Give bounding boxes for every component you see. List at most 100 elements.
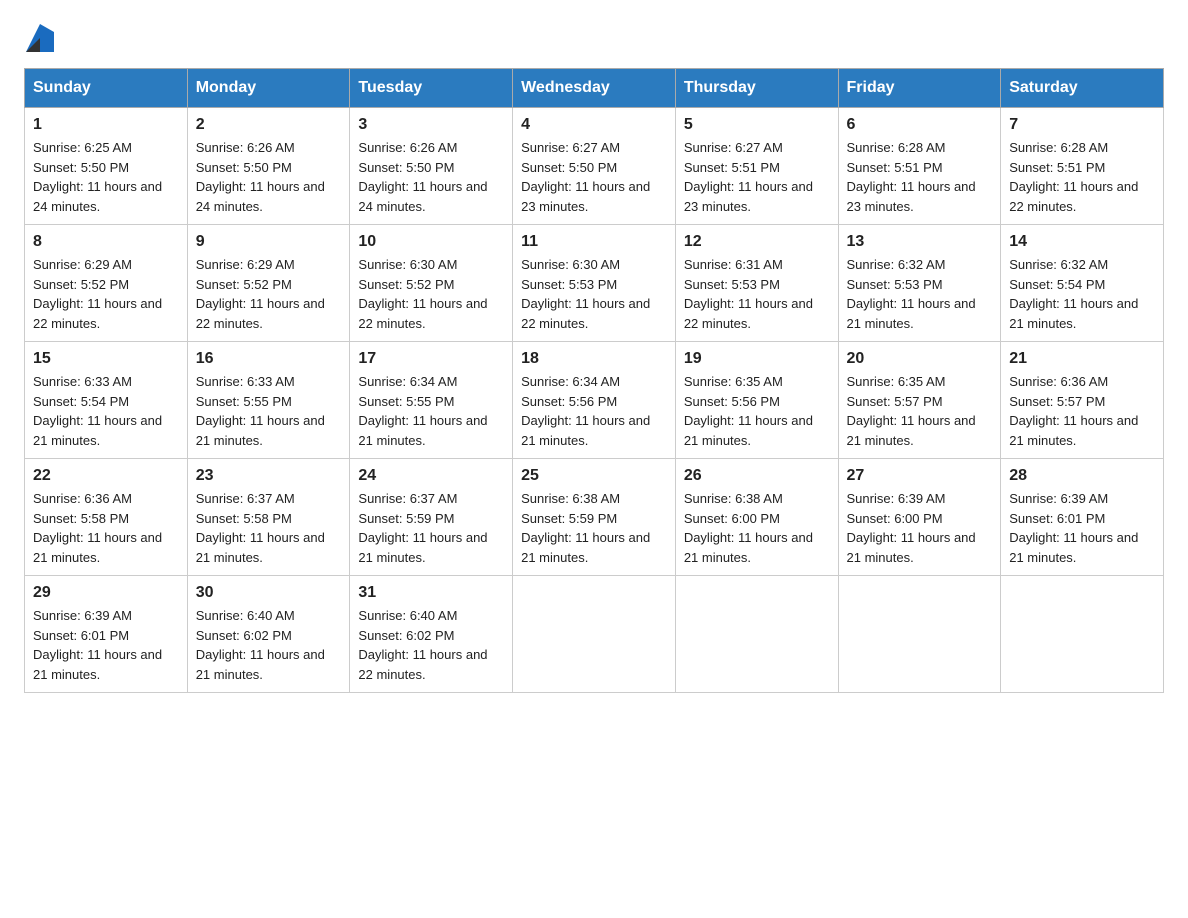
day-number: 11 (521, 233, 667, 251)
day-number: 21 (1009, 350, 1155, 368)
day-info: Sunrise: 6:31 AMSunset: 5:53 PMDaylight:… (684, 255, 830, 333)
calendar-cell: 30Sunrise: 6:40 AMSunset: 6:02 PMDayligh… (187, 576, 350, 693)
header-sunday: Sunday (25, 69, 188, 108)
calendar-cell: 4 Sunrise: 6:27 AMSunset: 5:50 PMDaylight… (513, 108, 676, 225)
day-number: 30 (196, 584, 342, 602)
day-info: Sunrise: 6:27 AMSunset: 5:50 PMDaylight:… (521, 138, 667, 216)
calendar-cell: 24Sunrise: 6:37 AMSunset: 5:59 PMDayligh… (350, 459, 513, 576)
day-info: Sunrise: 6:37 AMSunset: 5:59 PMDaylight:… (358, 489, 504, 567)
day-info: Sunrise: 6:36 AMSunset: 5:57 PMDaylight:… (1009, 372, 1155, 450)
day-number: 14 (1009, 233, 1155, 251)
day-info: Sunrise: 6:40 AMSunset: 6:02 PMDaylight:… (358, 606, 504, 684)
calendar-cell: 16Sunrise: 6:33 AMSunset: 5:55 PMDayligh… (187, 342, 350, 459)
day-info: Sunrise: 6:37 AMSunset: 5:58 PMDaylight:… (196, 489, 342, 567)
calendar-cell: 18Sunrise: 6:34 AMSunset: 5:56 PMDayligh… (513, 342, 676, 459)
calendar-table: Sunday Monday Tuesday Wednesday Thursday… (24, 68, 1164, 693)
day-info: Sunrise: 6:28 AMSunset: 5:51 PMDaylight:… (847, 138, 993, 216)
day-number: 22 (33, 467, 179, 485)
header-monday: Monday (187, 69, 350, 108)
calendar-cell: 19Sunrise: 6:35 AMSunset: 5:56 PMDayligh… (675, 342, 838, 459)
calendar-cell: 14 Sunrise: 6:32 AMSunset: 5:54 PMDayligh… (1001, 225, 1164, 342)
day-number: 23 (196, 467, 342, 485)
day-info: Sunrise: 6:29 AMSunset: 5:52 PMDaylight:… (33, 255, 179, 333)
day-number: 10 (358, 233, 504, 251)
logo-icon (26, 24, 54, 52)
day-number: 28 (1009, 467, 1155, 485)
calendar-week-row: 8Sunrise: 6:29 AMSunset: 5:52 PMDaylight… (25, 225, 1164, 342)
day-info: Sunrise: 6:38 AMSunset: 6:00 PMDaylight:… (684, 489, 830, 567)
calendar-cell: 31 Sunrise: 6:40 AMSunset: 6:02 PMDayligh… (350, 576, 513, 693)
day-info: Sunrise: 6:33 AMSunset: 5:55 PMDaylight:… (196, 372, 342, 450)
day-number: 31 (358, 584, 504, 602)
day-info: Sunrise: 6:25 AMSunset: 5:50 PMDaylight:… (33, 138, 179, 216)
day-info: Sunrise: 6:38 AMSunset: 5:59 PMDaylight:… (521, 489, 667, 567)
header-thursday: Thursday (675, 69, 838, 108)
calendar-cell: 9 Sunrise: 6:29 AMSunset: 5:52 PMDaylight… (187, 225, 350, 342)
day-number: 1 (33, 116, 179, 134)
calendar-cell: 17 Sunrise: 6:34 AMSunset: 5:55 PMDayligh… (350, 342, 513, 459)
day-info: Sunrise: 6:33 AMSunset: 5:54 PMDaylight:… (33, 372, 179, 450)
calendar-cell: 2 Sunrise: 6:26 AMSunset: 5:50 PMDaylight… (187, 108, 350, 225)
calendar-cell: 12 Sunrise: 6:31 AMSunset: 5:53 PMDayligh… (675, 225, 838, 342)
day-info: Sunrise: 6:32 AMSunset: 5:53 PMDaylight:… (847, 255, 993, 333)
calendar-cell: 3 Sunrise: 6:26 AMSunset: 5:50 PMDaylight… (350, 108, 513, 225)
calendar-cell: 21 Sunrise: 6:36 AMSunset: 5:57 PMDayligh… (1001, 342, 1164, 459)
header-saturday: Saturday (1001, 69, 1164, 108)
day-number: 7 (1009, 116, 1155, 134)
calendar-cell: 1 Sunrise: 6:25 AMSunset: 5:50 PMDaylight… (25, 108, 188, 225)
calendar-cell: 8Sunrise: 6:29 AMSunset: 5:52 PMDaylight… (25, 225, 188, 342)
header-friday: Friday (838, 69, 1001, 108)
weekday-header-row: Sunday Monday Tuesday Wednesday Thursday… (25, 69, 1164, 108)
calendar-cell: 23 Sunrise: 6:37 AMSunset: 5:58 PMDayligh… (187, 459, 350, 576)
day-info: Sunrise: 6:39 AMSunset: 6:01 PMDaylight:… (1009, 489, 1155, 567)
calendar-cell (513, 576, 676, 693)
day-number: 4 (521, 116, 667, 134)
day-number: 17 (358, 350, 504, 368)
calendar-cell: 5 Sunrise: 6:27 AMSunset: 5:51 PMDaylight… (675, 108, 838, 225)
calendar-cell: 27 Sunrise: 6:39 AMSunset: 6:00 PMDayligh… (838, 459, 1001, 576)
calendar-cell: 7 Sunrise: 6:28 AMSunset: 5:51 PMDaylight… (1001, 108, 1164, 225)
calendar-cell: 10 Sunrise: 6:30 AMSunset: 5:52 PMDayligh… (350, 225, 513, 342)
day-info: Sunrise: 6:29 AMSunset: 5:52 PMDaylight:… (196, 255, 342, 333)
day-number: 20 (847, 350, 993, 368)
calendar-cell: 6Sunrise: 6:28 AMSunset: 5:51 PMDaylight… (838, 108, 1001, 225)
day-info: Sunrise: 6:39 AMSunset: 6:01 PMDaylight:… (33, 606, 179, 684)
calendar-week-row: 15 Sunrise: 6:33 AMSunset: 5:54 PMDayligh… (25, 342, 1164, 459)
day-number: 13 (847, 233, 993, 251)
calendar-cell: 26 Sunrise: 6:38 AMSunset: 6:00 PMDayligh… (675, 459, 838, 576)
day-info: Sunrise: 6:34 AMSunset: 5:55 PMDaylight:… (358, 372, 504, 450)
day-number: 5 (684, 116, 830, 134)
day-info: Sunrise: 6:26 AMSunset: 5:50 PMDaylight:… (358, 138, 504, 216)
day-number: 3 (358, 116, 504, 134)
calendar-cell: 28 Sunrise: 6:39 AMSunset: 6:01 PMDayligh… (1001, 459, 1164, 576)
header-wednesday: Wednesday (513, 69, 676, 108)
header-tuesday: Tuesday (350, 69, 513, 108)
day-number: 26 (684, 467, 830, 485)
day-number: 29 (33, 584, 179, 602)
calendar-week-row: 29 Sunrise: 6:39 AMSunset: 6:01 PMDayligh… (25, 576, 1164, 693)
day-number: 2 (196, 116, 342, 134)
day-number: 15 (33, 350, 179, 368)
page-header (24, 24, 1164, 48)
day-info: Sunrise: 6:28 AMSunset: 5:51 PMDaylight:… (1009, 138, 1155, 216)
calendar-cell: 15 Sunrise: 6:33 AMSunset: 5:54 PMDayligh… (25, 342, 188, 459)
calendar-cell (1001, 576, 1164, 693)
calendar-week-row: 22Sunrise: 6:36 AMSunset: 5:58 PMDayligh… (25, 459, 1164, 576)
calendar-cell: 22Sunrise: 6:36 AMSunset: 5:58 PMDayligh… (25, 459, 188, 576)
day-info: Sunrise: 6:27 AMSunset: 5:51 PMDaylight:… (684, 138, 830, 216)
day-info: Sunrise: 6:34 AMSunset: 5:56 PMDaylight:… (521, 372, 667, 450)
calendar-cell: 25 Sunrise: 6:38 AMSunset: 5:59 PMDayligh… (513, 459, 676, 576)
day-info: Sunrise: 6:39 AMSunset: 6:00 PMDaylight:… (847, 489, 993, 567)
day-info: Sunrise: 6:32 AMSunset: 5:54 PMDaylight:… (1009, 255, 1155, 333)
day-number: 9 (196, 233, 342, 251)
day-info: Sunrise: 6:26 AMSunset: 5:50 PMDaylight:… (196, 138, 342, 216)
calendar-cell (675, 576, 838, 693)
day-number: 12 (684, 233, 830, 251)
day-number: 27 (847, 467, 993, 485)
calendar-cell: 29 Sunrise: 6:39 AMSunset: 6:01 PMDayligh… (25, 576, 188, 693)
day-info: Sunrise: 6:35 AMSunset: 5:57 PMDaylight:… (847, 372, 993, 450)
calendar-cell (838, 576, 1001, 693)
day-info: Sunrise: 6:30 AMSunset: 5:52 PMDaylight:… (358, 255, 504, 333)
calendar-week-row: 1 Sunrise: 6:25 AMSunset: 5:50 PMDaylight… (25, 108, 1164, 225)
day-number: 25 (521, 467, 667, 485)
